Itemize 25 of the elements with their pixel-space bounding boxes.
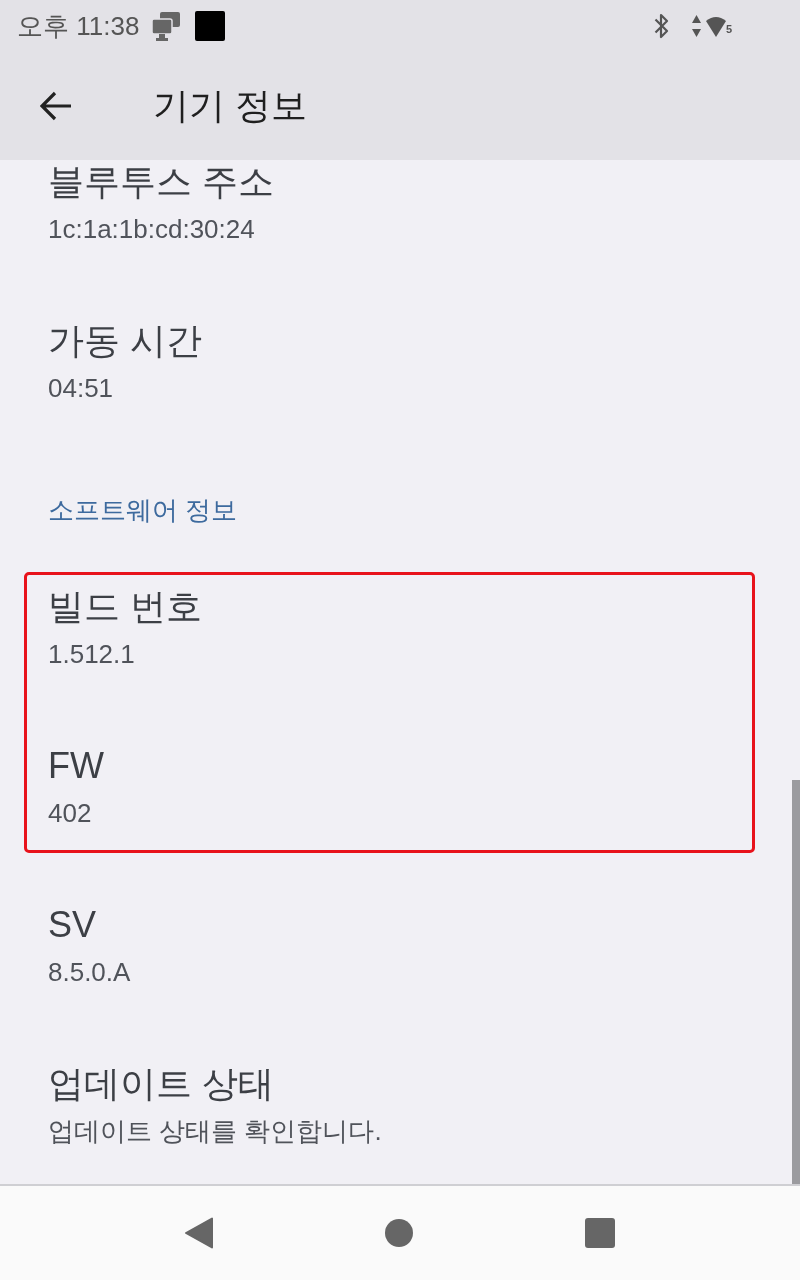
section-header: 소프트웨어 정보 bbox=[48, 494, 239, 527]
square-icon bbox=[195, 11, 226, 41]
setting-title[interactable]: 블루투스 주소 bbox=[48, 160, 752, 204]
setting-title[interactable]: 업데이트 상태 bbox=[48, 1062, 752, 1106]
monitor-icon bbox=[151, 11, 182, 41]
data-arrows-icon bbox=[691, 15, 701, 37]
bluetooth-icon bbox=[653, 12, 669, 40]
setting-value: 04:51 bbox=[48, 372, 115, 405]
screen-title: 기기 정보 bbox=[153, 84, 307, 128]
setting-value: 업데이트 상태를 확인합니다. bbox=[48, 1115, 383, 1148]
back-arrow-icon[interactable] bbox=[40, 91, 72, 121]
setting-value: 1.512.1 bbox=[48, 638, 136, 671]
back-triangle-icon[interactable] bbox=[185, 1217, 213, 1249]
setting-value: 402 bbox=[48, 797, 93, 830]
wifi-icon bbox=[705, 15, 726, 37]
wifi-badge-label: 5 bbox=[725, 23, 732, 35]
setting-title[interactable]: SV bbox=[48, 903, 752, 947]
status-time: 오후 11:38 bbox=[17, 11, 140, 41]
home-circle-icon[interactable] bbox=[385, 1219, 413, 1247]
setting-title[interactable]: 가동 시간 bbox=[48, 319, 752, 363]
setting-title[interactable]: 빌드 번호 bbox=[48, 585, 752, 629]
setting-value: 1c:1a:1b:cd:30:24 bbox=[48, 213, 256, 246]
scrollbar-thumb[interactable] bbox=[792, 780, 800, 1184]
setting-value: 8.5.0.A bbox=[48, 956, 132, 989]
setting-title[interactable]: FW bbox=[48, 744, 752, 788]
